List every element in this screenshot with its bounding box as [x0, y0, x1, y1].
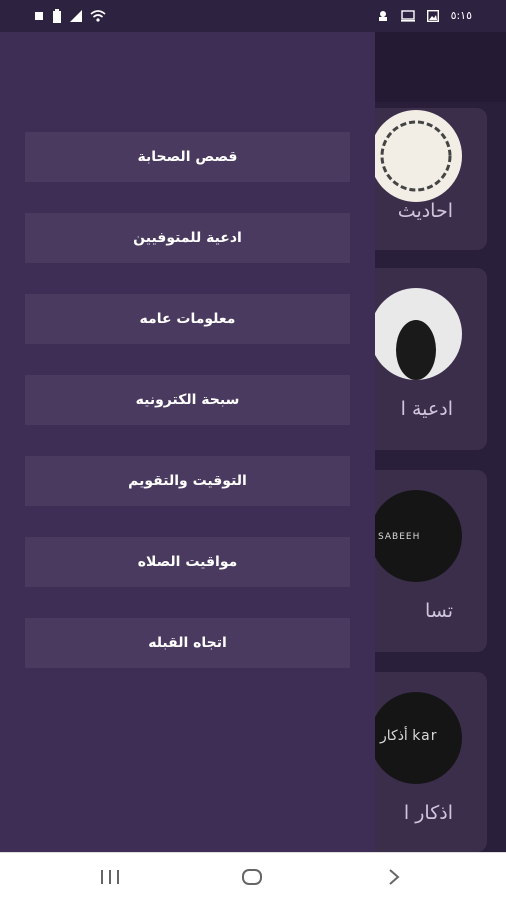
sim-icon — [35, 12, 43, 20]
vpn-icon — [378, 10, 387, 21]
status-time: ٥:١٥ — [450, 9, 472, 22]
wifi-icon — [90, 10, 106, 22]
card-image: SABEEH — [370, 490, 462, 582]
gallery-icon — [426, 9, 439, 22]
card-title: احاديث — [397, 200, 453, 222]
card-image — [370, 288, 462, 380]
back-button[interactable] — [374, 865, 414, 889]
status-left-icons — [34, 9, 106, 23]
drawer-item-qibla-direction[interactable]: اتجاه القبله — [25, 618, 350, 668]
home-button[interactable] — [232, 865, 272, 889]
recents-icon — [101, 870, 119, 884]
drawer-item-electronic-rosary[interactable]: سبحة الكترونيه — [25, 375, 350, 425]
battery-icon — [53, 9, 61, 23]
status-bar: ٥:١٥ — [0, 0, 506, 32]
card-title: اذكار ا — [403, 802, 453, 824]
card-image — [370, 110, 462, 202]
navigation-drawer: قصص الصحابة ادعية للمتوفيين معلومات عامه… — [0, 32, 375, 852]
system-nav-bar — [0, 852, 506, 900]
cast-icon — [400, 9, 415, 22]
status-right-icons: ٥:١٥ — [377, 9, 472, 22]
card-image: أذكار kar — [370, 692, 462, 784]
back-icon — [389, 869, 400, 885]
drawer-item-sahaba-stories[interactable]: قصص الصحابة — [25, 132, 350, 182]
drawer-item-deceased-prayers[interactable]: ادعية للمتوفيين — [25, 213, 350, 263]
drawer-item-time-calendar[interactable]: التوقيت والتقويم — [25, 456, 350, 506]
card-image-text: أذكار kar — [380, 728, 438, 744]
card-title: ادعية ا — [400, 398, 453, 420]
signal-icon — [70, 10, 82, 22]
card-image-text: SABEEH — [378, 532, 421, 542]
card-title: تسا — [424, 600, 453, 622]
recents-button[interactable] — [90, 865, 130, 889]
home-icon — [242, 869, 262, 885]
drawer-item-prayer-times[interactable]: مواقيت الصلاه — [25, 537, 350, 587]
drawer-item-general-info[interactable]: معلومات عامه — [25, 294, 350, 344]
